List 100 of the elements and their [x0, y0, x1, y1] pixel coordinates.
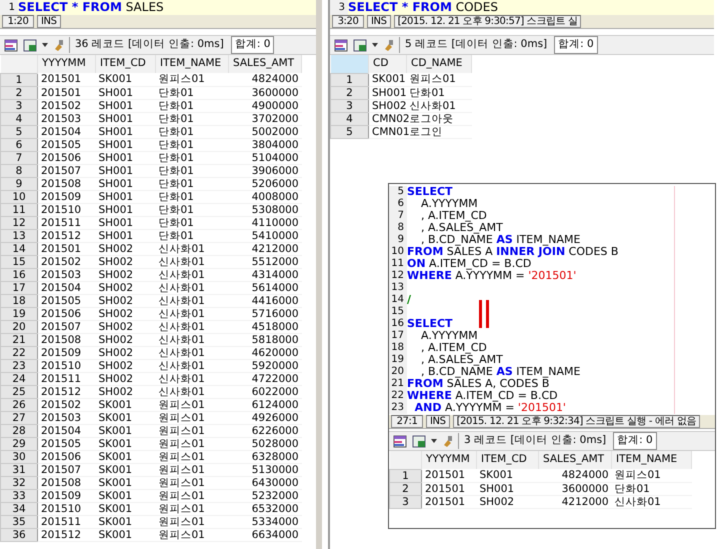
row-number[interactable]: 4 — [0, 112, 38, 125]
row-number[interactable]: 11 — [0, 203, 38, 216]
row-number[interactable]: 3 — [330, 99, 368, 112]
table-cell: 4620000 — [228, 346, 302, 359]
column-header[interactable]: ITEM_NAME — [612, 451, 692, 469]
row-number[interactable]: 30 — [0, 450, 38, 463]
row-number[interactable]: 12 — [0, 216, 38, 229]
column-header[interactable]: ITEM_NAME — [156, 55, 228, 73]
row-number[interactable]: 28 — [0, 424, 38, 437]
column-header[interactable]: ITEM_CD — [476, 451, 538, 469]
row-number[interactable]: 15 — [0, 255, 38, 268]
table-cell: SK001 — [96, 437, 156, 450]
spreadsheet-icon[interactable] — [412, 434, 426, 448]
brush-icon[interactable] — [442, 435, 453, 447]
grid-icon[interactable] — [4, 38, 18, 52]
row-number[interactable]: 1 — [330, 73, 368, 86]
code-line: WHERE A.YYYYMM = '201501' — [407, 270, 675, 282]
table-cell: 원피스01 — [156, 502, 228, 515]
table-cell: 4722000 — [228, 372, 302, 385]
table-cell: 201509 — [38, 190, 96, 203]
row-number[interactable]: 22 — [0, 346, 38, 359]
row-number[interactable]: 29 — [0, 437, 38, 450]
row-number[interactable]: 31 — [0, 463, 38, 476]
cursor-position: 27:1 — [391, 415, 423, 428]
row-number[interactable]: 9 — [0, 177, 38, 190]
row-number[interactable]: 35 — [0, 515, 38, 528]
row-number[interactable]: 21 — [0, 333, 38, 346]
table-cell: 신사화01 — [156, 346, 228, 359]
grid-icon[interactable] — [334, 38, 348, 52]
row-number[interactable]: 25 — [0, 385, 38, 398]
row-number[interactable]: 3 — [0, 99, 38, 112]
row-number[interactable]: 2 — [330, 86, 368, 99]
column-header[interactable]: ITEM_CD — [96, 55, 156, 73]
row-number[interactable]: 1 — [0, 73, 38, 86]
row-number[interactable]: 36 — [0, 528, 38, 541]
table-cell: 신사화01 — [156, 255, 228, 268]
line-number: 22 — [389, 390, 407, 402]
column-header[interactable]: CD_NAME — [406, 55, 472, 73]
insert-mode: INS — [426, 415, 450, 428]
table-cell: SH001 — [96, 229, 156, 242]
row-number[interactable]: 1 — [390, 469, 422, 482]
code-line: A.YYYYMM — [407, 330, 675, 342]
table-cell: 201512 — [38, 528, 96, 541]
row-number[interactable]: 13 — [0, 229, 38, 242]
table-cell: 단화01 — [156, 216, 228, 229]
row-number[interactable]: 3 — [390, 495, 422, 508]
brush-icon[interactable] — [383, 39, 394, 51]
table-cell: SH001 — [96, 190, 156, 203]
row-number[interactable]: 6 — [0, 138, 38, 151]
record-count: 5 레코드 [데이터 인출: 0ms] — [399, 37, 548, 53]
brush-icon[interactable] — [53, 39, 64, 51]
table-cell: 6430000 — [228, 476, 302, 489]
line-number: 10 — [389, 246, 407, 258]
table-cell: 5308000 — [228, 203, 302, 216]
row-number[interactable]: 2 — [390, 482, 422, 495]
table-cell: SK001 — [96, 489, 156, 502]
caret-icon[interactable] — [431, 439, 437, 443]
row-number[interactable]: 23 — [0, 359, 38, 372]
row-number[interactable]: 7 — [0, 151, 38, 164]
column-header[interactable]: YYYYMM — [422, 451, 476, 469]
row-number[interactable]: 5 — [330, 125, 368, 138]
row-number[interactable]: 26 — [0, 398, 38, 411]
table-cell: SH001 — [96, 177, 156, 190]
row-number[interactable]: 20 — [0, 320, 38, 333]
table-cell: SK001 — [96, 411, 156, 424]
table-cell: 6328000 — [228, 450, 302, 463]
row-number[interactable]: 17 — [0, 281, 38, 294]
table-cell: 4824000 — [228, 73, 302, 86]
table-cell: 201505 — [38, 437, 96, 450]
row-number[interactable]: 16 — [0, 268, 38, 281]
row-number[interactable]: 2 — [0, 86, 38, 99]
column-header[interactable]: SALES_AMT — [538, 451, 612, 469]
row-number[interactable]: 34 — [0, 502, 38, 515]
line-number: 7 — [389, 210, 407, 222]
row-number[interactable]: 27 — [0, 411, 38, 424]
spreadsheet-icon[interactable] — [353, 38, 367, 52]
column-header[interactable]: YYYYMM — [38, 55, 96, 73]
row-number[interactable]: 14 — [0, 242, 38, 255]
row-number[interactable]: 24 — [0, 372, 38, 385]
table-cell: SH002 — [96, 281, 156, 294]
column-header[interactable]: CD — [368, 55, 406, 73]
caret-icon[interactable] — [42, 43, 48, 47]
record-count: 3 레코드 [데이터 인출: 0ms] — [458, 433, 606, 449]
table-cell: 201506 — [38, 307, 96, 320]
row-number[interactable]: 32 — [0, 476, 38, 489]
row-number[interactable]: 33 — [0, 489, 38, 502]
column-header[interactable]: SALES_AMT — [228, 55, 302, 73]
row-number[interactable]: 4 — [330, 112, 368, 125]
row-number[interactable]: 19 — [0, 307, 38, 320]
table-cell: 원피스01 — [156, 437, 228, 450]
caret-icon[interactable] — [372, 43, 378, 47]
table-cell: 4008000 — [228, 190, 302, 203]
table-cell: 4900000 — [228, 99, 302, 112]
table-cell: 단화01 — [156, 138, 228, 151]
row-number[interactable]: 18 — [0, 294, 38, 307]
spreadsheet-icon[interactable] — [23, 38, 37, 52]
row-number[interactable]: 10 — [0, 190, 38, 203]
row-number[interactable]: 8 — [0, 164, 38, 177]
grid-icon[interactable] — [393, 434, 407, 448]
row-number[interactable]: 5 — [0, 125, 38, 138]
